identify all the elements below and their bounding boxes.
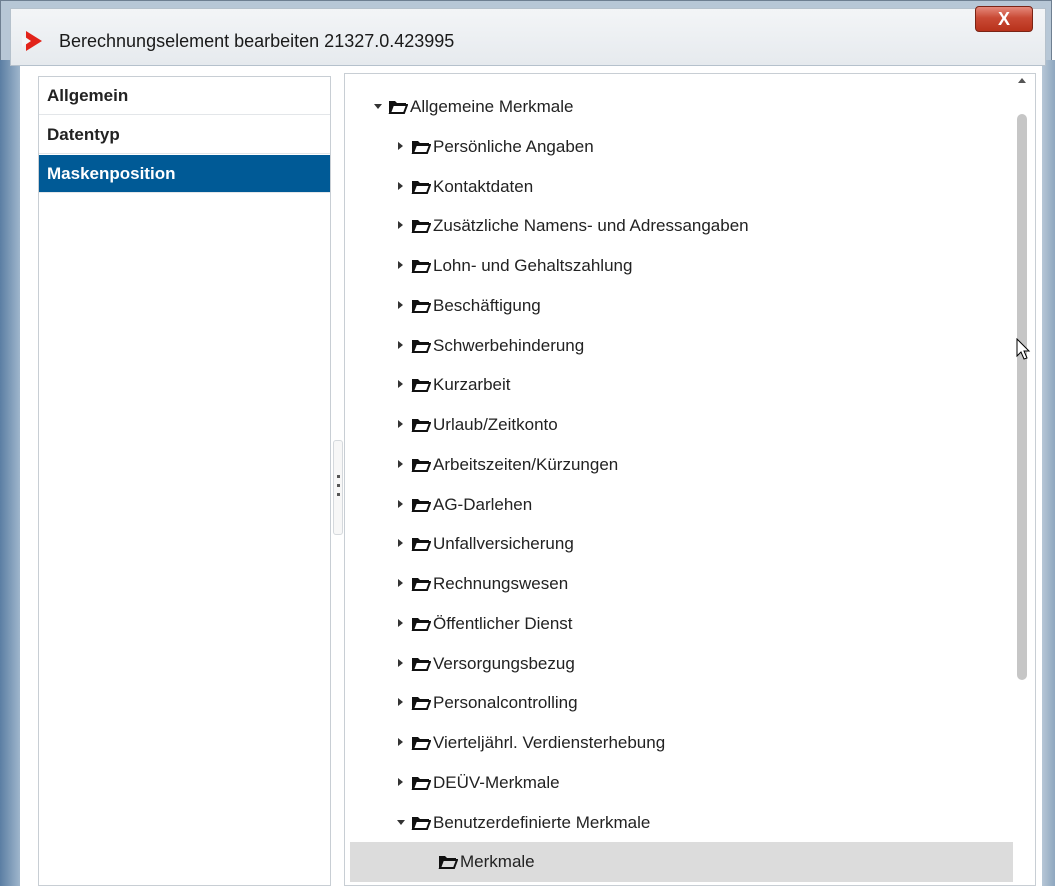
folder-icon — [411, 497, 432, 512]
expand-arrow-icon[interactable] — [398, 380, 403, 388]
tree-node-row[interactable]: Benutzerdefinierte Merkmale — [345, 803, 1013, 843]
close-button[interactable]: X — [975, 6, 1033, 32]
tree-node-label: Unfallversicherung — [433, 534, 574, 553]
tree-node-label: Kurzarbeit — [433, 375, 511, 394]
tree-node-row[interactable]: Personalcontrolling — [345, 683, 1013, 723]
scroll-thumb[interactable] — [1017, 114, 1027, 680]
tree-node-row[interactable]: Beschäftigung — [345, 286, 1013, 326]
tree-node-label: AG-Darlehen — [433, 495, 533, 514]
splitter-grip-icon — [337, 475, 340, 499]
tree-node-row[interactable]: Versorgungsbezug — [345, 644, 1013, 684]
tree-node-label: DEÜV-Merkmale — [433, 773, 560, 792]
nav-item-datentyp[interactable]: Datentyp — [39, 116, 330, 154]
tree-node-label: Urlaub/Zeitkonto — [433, 415, 558, 434]
tree-node-row[interactable]: Kontaktdaten — [345, 167, 1013, 207]
expand-arrow-icon[interactable] — [398, 698, 403, 706]
expand-arrow-icon[interactable] — [398, 579, 403, 587]
tree-node-row[interactable]: Vierteljährl. Verdiensterhebung — [345, 723, 1013, 763]
folder-icon — [411, 815, 432, 830]
tree-node-row[interactable]: DEÜV-Merkmale — [345, 763, 1013, 803]
tree-node-label: Versorgungsbezug — [433, 654, 575, 673]
expand-arrow-icon[interactable] — [398, 619, 403, 627]
tree-node-row[interactable]: Urlaub/Zeitkonto — [345, 405, 1013, 445]
tree-node-row[interactable]: Persönliche Angaben — [345, 127, 1013, 167]
tree-node-row[interactable]: Lohn- und Gehaltszahlung — [345, 246, 1013, 286]
folder-icon — [411, 298, 432, 313]
folder-icon — [438, 854, 459, 869]
expand-arrow-icon[interactable] — [398, 539, 403, 547]
expand-arrow-icon[interactable] — [398, 182, 403, 190]
tree-node-row[interactable]: Öffentlicher Dienst — [345, 604, 1013, 644]
tree-node-label: Öffentlicher Dienst — [433, 614, 573, 633]
tree-node-row[interactable]: Rechnungswesen — [345, 564, 1013, 604]
expand-arrow-icon[interactable] — [398, 301, 403, 309]
tree-node-row[interactable]: Kurzarbeit — [345, 365, 1013, 405]
folder-icon — [411, 695, 432, 710]
collapse-arrow-icon[interactable] — [374, 104, 382, 109]
title-bar[interactable]: Berechnungselement bearbeiten 21327.0.42… — [10, 8, 1046, 66]
expand-arrow-icon[interactable] — [398, 341, 403, 349]
tree-node-label: Persönliche Angaben — [433, 137, 594, 156]
tree-node-label: Benutzerdefinierte Merkmale — [433, 813, 651, 832]
folder-icon — [411, 656, 432, 671]
tree-root-row[interactable]: Allgemeine Merkmale — [345, 87, 1013, 127]
expand-arrow-icon[interactable] — [398, 659, 403, 667]
folder-icon — [411, 139, 432, 154]
tree-node-label: Lohn- und Gehaltszahlung — [433, 256, 633, 275]
expand-arrow-icon[interactable] — [398, 142, 403, 150]
tree-node-row[interactable]: Zusätzliche Namens- und Adressangaben — [345, 206, 1013, 246]
tree-node-label: Beschäftigung — [433, 296, 541, 315]
tree-node-label: Schwerbehinderung — [433, 336, 585, 355]
expand-arrow-icon[interactable] — [398, 261, 403, 269]
tree-node-row[interactable]: Arbeitszeiten/Kürzungen — [345, 445, 1013, 485]
folder-icon — [411, 258, 432, 273]
tree-node-label: Allgemeine Merkmale — [410, 97, 574, 116]
scroll-up-arrow-icon[interactable] — [1018, 78, 1026, 83]
folder-icon — [411, 576, 432, 591]
folder-icon — [411, 338, 432, 353]
tree-node-label: Arbeitszeiten/Kürzungen — [433, 455, 619, 474]
folder-icon — [411, 457, 432, 472]
tree-node-label: Merkmale — [460, 852, 535, 871]
tree-node-row[interactable]: Unfallversicherung — [345, 524, 1013, 564]
expand-arrow-icon[interactable] — [398, 221, 403, 229]
panel-splitter[interactable] — [333, 440, 343, 535]
tree-node-label: Personalcontrolling — [433, 693, 578, 712]
tree-node-label: Zusätzliche Namens- und Adressangaben — [433, 216, 749, 235]
tree-node-row[interactable]: AG-Darlehen — [345, 485, 1013, 525]
folder-icon — [411, 536, 432, 551]
nav-item-maskenposition[interactable]: Maskenposition — [39, 155, 330, 193]
app-logo-icon-inner — [22, 35, 31, 47]
expand-arrow-icon[interactable] — [398, 500, 403, 508]
mouse-cursor-icon — [1016, 338, 1031, 360]
tree-node-label: Kontaktdaten — [433, 177, 534, 196]
folder-icon — [411, 735, 432, 750]
expand-arrow-icon[interactable] — [398, 778, 403, 786]
expand-arrow-icon[interactable] — [398, 460, 403, 468]
tree-scrollbar[interactable] — [1015, 74, 1031, 886]
window-frame-left — [0, 60, 20, 886]
tree-node-row[interactable]: Schwerbehinderung — [345, 326, 1013, 366]
folder-icon — [411, 179, 432, 194]
folder-icon — [411, 775, 432, 790]
expand-arrow-icon[interactable] — [398, 420, 403, 428]
folder-icon — [388, 99, 409, 114]
folder-icon — [411, 417, 432, 432]
tree-leaf-row[interactable]: Merkmale — [350, 842, 1013, 882]
folder-icon — [411, 616, 432, 631]
collapse-arrow-icon[interactable] — [397, 820, 405, 825]
tree-node-label: Vierteljährl. Verdiensterhebung — [433, 733, 666, 752]
nav-item-allgemein[interactable]: Allgemein — [39, 77, 330, 115]
expand-arrow-icon[interactable] — [398, 738, 403, 746]
folder-icon — [411, 218, 432, 233]
window-frame-right — [1041, 60, 1055, 886]
nav-panel: Allgemein Datentyp Maskenposition — [38, 76, 331, 886]
tree-node-label: Rechnungswesen — [433, 574, 569, 593]
folder-icon — [411, 377, 432, 392]
window-title: Berechnungselement bearbeiten 21327.0.42… — [59, 31, 455, 51]
